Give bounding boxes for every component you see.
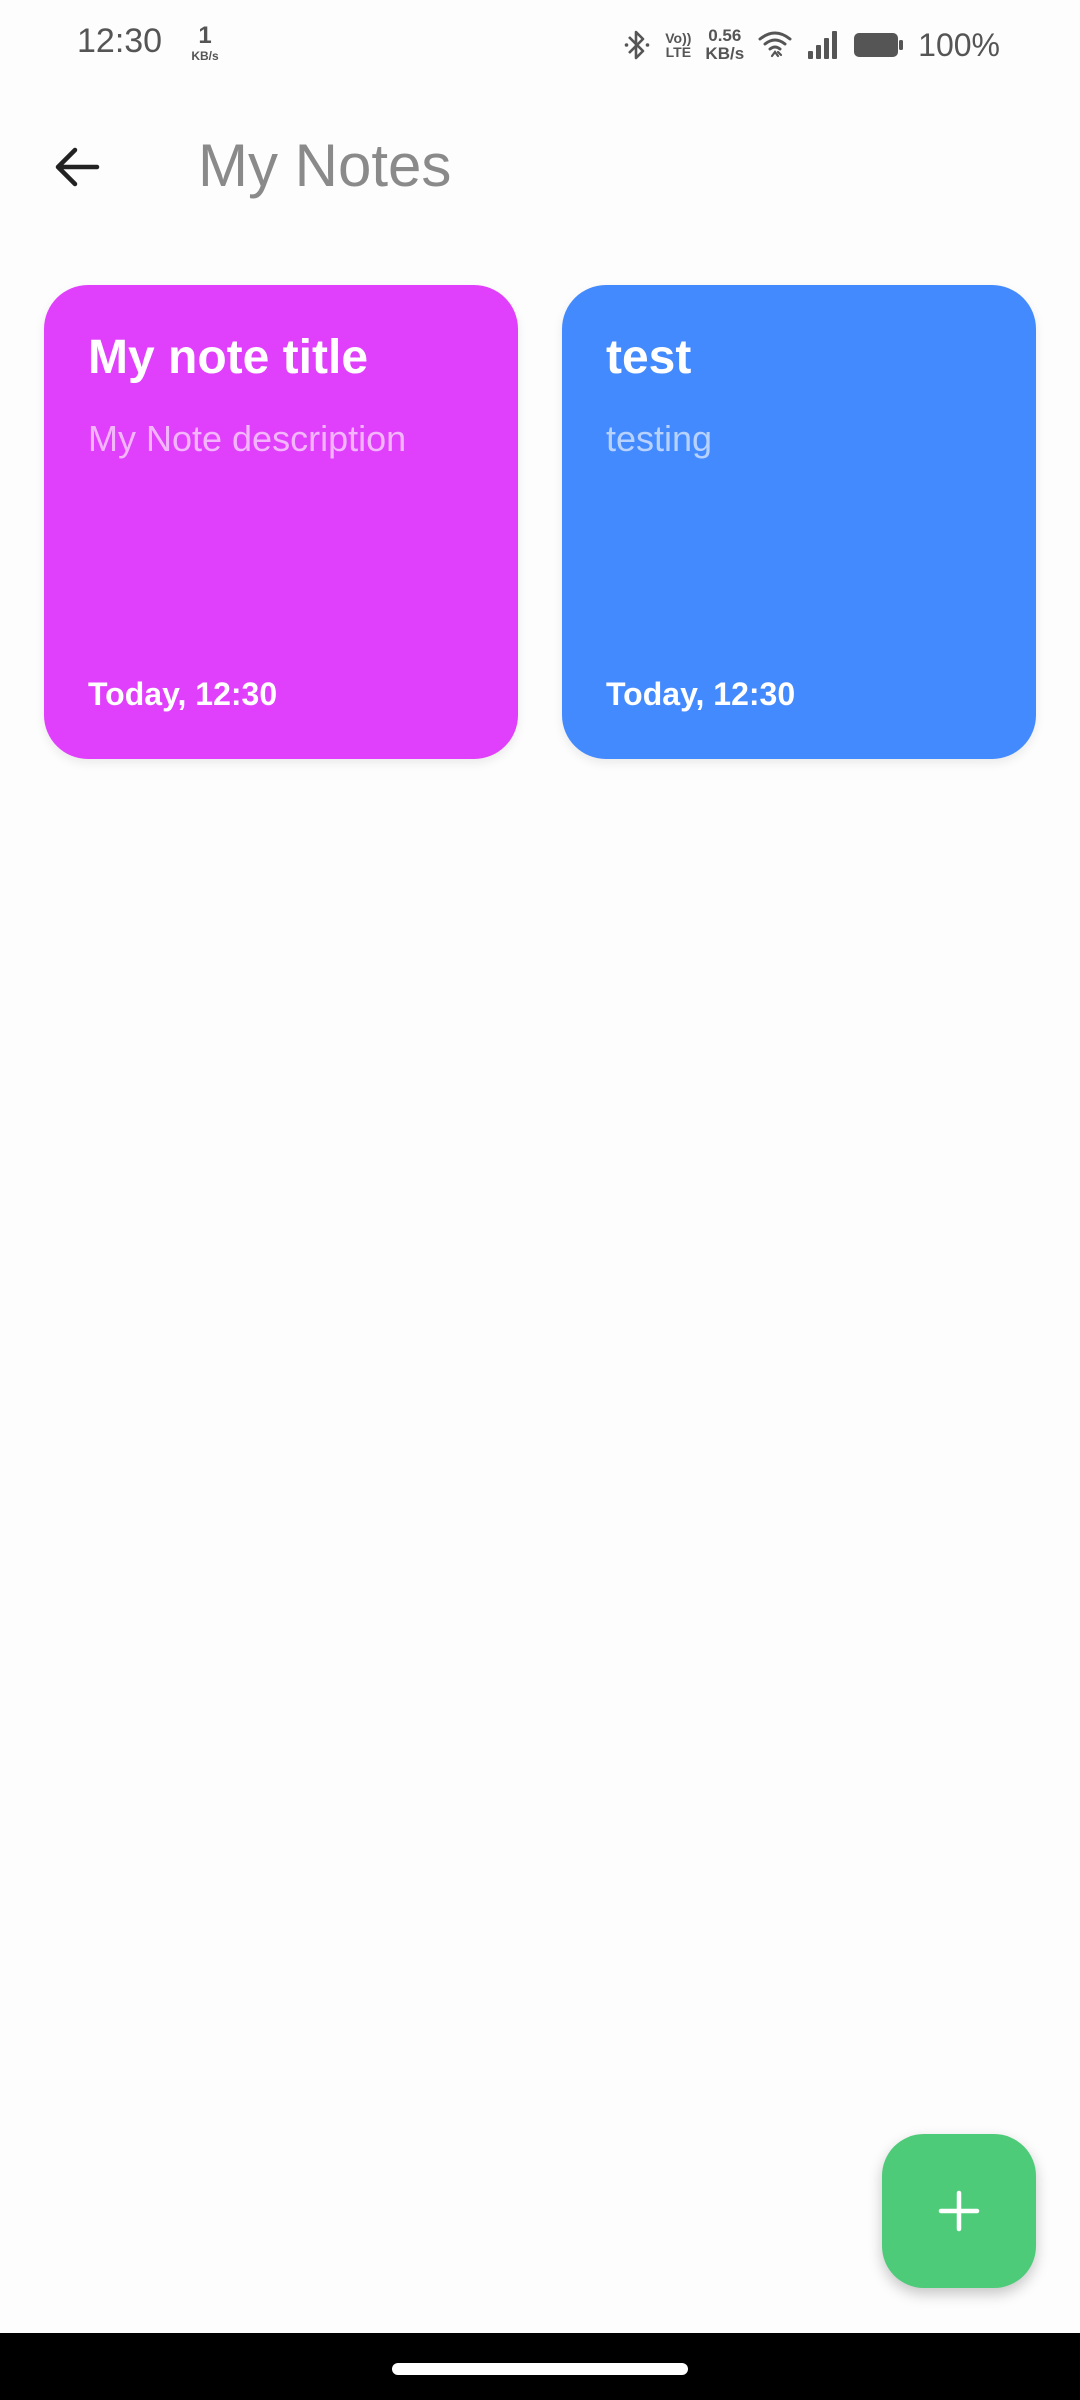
network-speed-unit: KB/s bbox=[191, 49, 219, 63]
battery-percent: 100% bbox=[918, 26, 1000, 63]
note-description: My Note description bbox=[88, 417, 407, 459]
system-navigation-bar bbox=[0, 2333, 1080, 2400]
volte-icon: Vo)) LTE bbox=[665, 31, 691, 59]
network-speed-right: 0.56 KB/s bbox=[705, 27, 744, 63]
note-title: My note title bbox=[88, 331, 369, 384]
back-button[interactable] bbox=[42, 132, 112, 202]
app-bar: My Notes bbox=[0, 110, 1080, 220]
battery-icon bbox=[854, 31, 904, 59]
signal-icon bbox=[806, 30, 840, 60]
network-speed-value: 1 bbox=[198, 22, 212, 49]
status-time: 12:30 bbox=[77, 22, 163, 60]
add-note-button[interactable] bbox=[882, 2134, 1036, 2288]
bluetooth-icon bbox=[623, 27, 651, 63]
note-timestamp: Today, 12:30 bbox=[88, 676, 278, 712]
arrow-left-icon bbox=[53, 145, 101, 189]
volte-bottom-label: LTE bbox=[665, 44, 692, 60]
status-bar: 12:30 1 KB/s Vo)) LTE 0.56 KB/s 100% bbox=[0, 0, 1080, 90]
note-card[interactable]: My note title My Note description Today,… bbox=[44, 285, 518, 759]
status-icons: Vo)) LTE 0.56 KB/s 100% bbox=[623, 22, 1000, 68]
notes-screen: 12:30 1 KB/s Vo)) LTE 0.56 KB/s 100% My … bbox=[0, 0, 1080, 2400]
note-description: testing bbox=[606, 417, 713, 459]
page-title: My Notes bbox=[198, 132, 452, 199]
plus-icon bbox=[938, 2190, 980, 2232]
wifi-icon bbox=[758, 30, 792, 60]
note-title: test bbox=[606, 331, 692, 384]
network-speed-indicator: 1 KB/s bbox=[188, 22, 222, 63]
network-speed-right-value: 0.56 bbox=[708, 26, 742, 46]
note-timestamp: Today, 12:30 bbox=[606, 676, 796, 712]
network-speed-right-unit: KB/s bbox=[705, 44, 745, 63]
note-card[interactable]: test testing Today, 12:30 bbox=[562, 285, 1036, 759]
home-indicator[interactable] bbox=[392, 2363, 688, 2375]
